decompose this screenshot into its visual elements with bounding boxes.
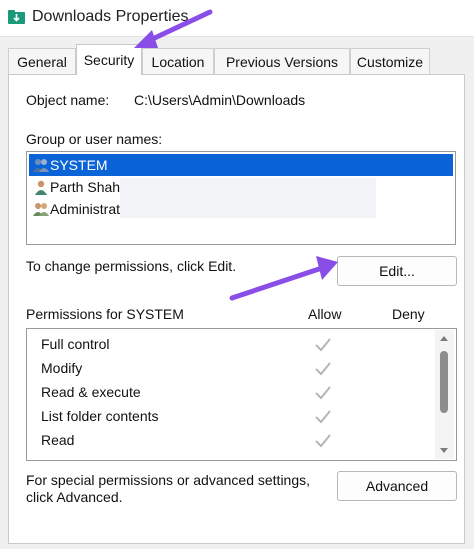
- list-item-label: Administrato: [50, 201, 128, 217]
- deny-header: Deny: [392, 306, 425, 322]
- users-group-icon: [33, 159, 49, 172]
- window-title: Downloads Properties: [32, 8, 189, 25]
- tab-location[interactable]: Location: [142, 48, 214, 74]
- permissions-scrollbar[interactable]: [435, 330, 454, 459]
- tab-label: Previous Versions: [225, 54, 339, 70]
- permission-name: Read: [41, 432, 75, 448]
- permission-name: Read & execute: [41, 384, 141, 400]
- permissions-list: Full control Modify Read & execute List …: [26, 328, 457, 461]
- allow-header: Allow: [308, 306, 342, 322]
- folder-download-icon: [8, 10, 25, 24]
- permission-name: Full control: [41, 336, 110, 352]
- special-permissions-text-line2: click Advanced.: [26, 489, 123, 505]
- allow-check-icon: [315, 386, 331, 400]
- tab-label: General: [17, 54, 67, 70]
- permission-row-full-control: Full control: [41, 333, 109, 355]
- user-icon: [35, 180, 47, 195]
- scroll-up-icon[interactable]: [440, 336, 448, 341]
- edit-button-label: Edit...: [379, 263, 415, 279]
- permission-row-modify: Modify: [41, 357, 82, 379]
- tab-label: Security: [83, 52, 135, 68]
- permission-row-read-execute: Read & execute: [41, 381, 141, 403]
- permission-row-list-folder-contents: List folder contents: [41, 405, 159, 427]
- special-permissions-text-line1: For special permissions or advanced sett…: [26, 472, 311, 488]
- tab-label: Customize: [356, 54, 424, 70]
- admin-group-icon: [33, 203, 49, 216]
- title-bar: Downloads Properties: [0, 0, 474, 37]
- tab-previous-versions[interactable]: Previous Versions: [214, 48, 350, 74]
- list-item-system[interactable]: SYSTEM: [29, 154, 453, 176]
- tab-general[interactable]: General: [8, 48, 76, 74]
- permission-row-read: Read: [41, 429, 74, 451]
- change-permissions-text: To change permissions, click Edit.: [26, 258, 237, 274]
- tab-label: Location: [151, 54, 205, 70]
- allow-check-icon: [315, 410, 331, 424]
- edit-button[interactable]: Edit...: [337, 256, 457, 286]
- group-names-label: Group or user names:: [26, 131, 163, 147]
- redaction-overlay: [120, 178, 376, 218]
- object-name-value: C:\Users\Admin\Downloads: [134, 92, 306, 108]
- list-item-label: SYSTEM: [50, 157, 108, 173]
- permission-name: Modify: [41, 360, 83, 376]
- tab-security[interactable]: Security: [76, 44, 142, 75]
- allow-check-icon: [315, 338, 331, 352]
- allow-check-icon: [315, 362, 331, 376]
- allow-check-icon: [315, 434, 331, 448]
- tab-customize[interactable]: Customize: [350, 48, 430, 74]
- scrollbar-thumb[interactable]: [440, 351, 448, 413]
- scroll-down-icon[interactable]: [440, 448, 448, 453]
- list-item-label: Parth Shah: [50, 179, 121, 195]
- advanced-button[interactable]: Advanced: [337, 471, 457, 501]
- object-name-label: Object name:: [26, 92, 110, 108]
- advanced-button-label: Advanced: [365, 478, 429, 494]
- permissions-label: Permissions for SYSTEM: [26, 306, 184, 322]
- permission-name: List folder contents: [41, 408, 159, 424]
